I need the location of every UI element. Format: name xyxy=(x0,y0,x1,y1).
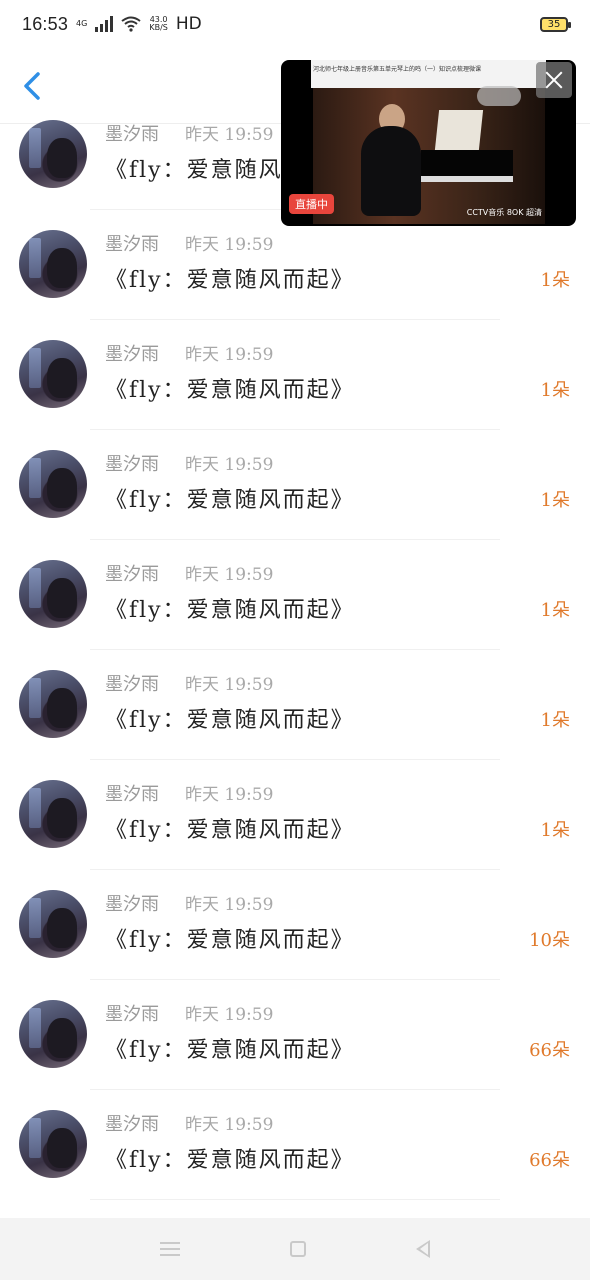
list-item[interactable]: 墨汐雨 昨天 19:59 《fly：爱意随风而起》 1朵 xyxy=(0,210,590,320)
avatar[interactable] xyxy=(19,120,87,188)
avatar[interactable] xyxy=(19,670,87,738)
list-item[interactable]: 墨汐雨 昨天 19:59 《fly：爱意随风而起》 1朵 xyxy=(0,650,590,760)
user-name[interactable]: 墨汐雨 xyxy=(105,670,159,696)
user-name[interactable]: 墨汐雨 xyxy=(105,1110,159,1136)
list-item[interactable]: 墨汐雨 昨天 19:59 《fly：爱意随风而起》 1朵 xyxy=(0,320,590,430)
status-left: 16:53 4G 43.0 KB/S HD xyxy=(22,14,202,35)
message-text: 《fly：爱意随风而起》 xyxy=(105,488,355,513)
timestamp: 昨天 19:59 xyxy=(185,565,274,585)
back-triangle-icon[interactable] xyxy=(416,1240,430,1258)
gift-count: 1朵 xyxy=(540,490,570,511)
user-name[interactable]: 墨汐雨 xyxy=(105,890,159,916)
timestamp: 昨天 19:59 xyxy=(185,1005,274,1025)
live-badge: 直播中 xyxy=(289,194,334,214)
timestamp: 昨天 19:59 xyxy=(185,895,274,915)
message-text: 《fly：爱意随风而起》 xyxy=(105,1148,355,1173)
avatar[interactable] xyxy=(19,230,87,298)
avatar[interactable] xyxy=(19,1110,87,1178)
avatar[interactable] xyxy=(19,780,87,848)
message-text: 《fly：爱意随风而起》 xyxy=(105,708,355,733)
network-indicator: 4G xyxy=(76,20,87,28)
avatar[interactable] xyxy=(19,890,87,958)
home-icon[interactable] xyxy=(290,1241,306,1257)
system-nav-bar xyxy=(0,1218,590,1280)
list-item[interactable]: 墨汐雨 昨天 19:59 《fly：爱意随风而起》 10朵 xyxy=(0,870,590,980)
back-icon[interactable] xyxy=(18,68,48,104)
message-text: 《fly：爱意随风而起》 xyxy=(105,1038,355,1063)
message-text: 《fly：爱意随风而起》 xyxy=(105,928,355,953)
gift-count: 1朵 xyxy=(540,820,570,841)
timestamp: 昨天 19:59 xyxy=(185,455,274,475)
user-name[interactable]: 墨汐雨 xyxy=(105,1000,159,1026)
user-name[interactable]: 墨汐雨 xyxy=(105,230,159,256)
user-name[interactable]: 墨汐雨 xyxy=(105,120,159,146)
menu-icon[interactable] xyxy=(160,1242,180,1256)
net-speed: 43.0 KB/S xyxy=(149,16,168,32)
status-time: 16:53 xyxy=(22,13,69,34)
timestamp: 昨天 19:59 xyxy=(185,1115,274,1135)
close-icon[interactable] xyxy=(536,62,572,98)
message-text: 《fly：爱意随风而起》 xyxy=(105,598,355,623)
divider xyxy=(90,1199,500,1200)
gift-count: 1朵 xyxy=(540,270,570,291)
wifi-icon xyxy=(121,16,141,32)
pip-video-player[interactable]: 河北师七年级上册音乐第五单元琴上的鸣（一）知识点梳理微课 直播中 CCTV音乐 … xyxy=(281,60,576,226)
timestamp: 昨天 19:59 xyxy=(185,125,274,145)
piano-keys xyxy=(421,176,513,182)
list-item[interactable]: 墨汐雨 昨天 19:59 《fly：爱意随风而起》 1朵 xyxy=(0,540,590,650)
user-name[interactable]: 墨汐雨 xyxy=(105,560,159,586)
pip-caption: 河北师七年级上册音乐第五单元琴上的鸣（一）知识点梳理微课 xyxy=(313,66,482,73)
avatar[interactable] xyxy=(19,340,87,408)
timestamp: 昨天 19:59 xyxy=(185,675,274,695)
gift-count: 10朵 xyxy=(529,930,570,951)
user-name[interactable]: 墨汐雨 xyxy=(105,780,159,806)
timestamp: 昨天 19:59 xyxy=(185,785,274,805)
user-name[interactable]: 墨汐雨 xyxy=(105,450,159,476)
signal-icon xyxy=(95,16,114,32)
gift-count: 66朵 xyxy=(529,1040,570,1061)
channel-logo: CCTV音乐 8OK 超清 xyxy=(466,208,542,217)
message-text: 《fly：爱意随风而起》 xyxy=(105,818,355,843)
list-item[interactable]: 墨汐雨 昨天 19:59 《fly：爱意随风而起》 1朵 xyxy=(0,760,590,870)
gift-count: 1朵 xyxy=(540,380,570,401)
battery-icon: 35 xyxy=(540,16,571,32)
list-item[interactable]: 墨汐雨 昨天 19:59 《fly：爱意随风而起》 66朵 xyxy=(0,980,590,1090)
message-text: 《fly：爱意随风而起》 xyxy=(105,268,355,293)
message-text: 《fly：爱意随风而起》 xyxy=(105,378,355,403)
status-bar: 16:53 4G 43.0 KB/S HD 35 xyxy=(0,0,590,48)
battery-level: 35 xyxy=(547,18,561,30)
gift-count: 1朵 xyxy=(540,710,570,731)
gift-count: 66朵 xyxy=(529,1150,570,1171)
hd-label: HD xyxy=(175,14,202,34)
timestamp: 昨天 19:59 xyxy=(185,235,274,255)
gift-count: 1朵 xyxy=(540,600,570,621)
pianist xyxy=(361,126,421,216)
network-label: 4G xyxy=(76,19,88,28)
user-name[interactable]: 墨汐雨 xyxy=(105,340,159,366)
timestamp: 昨天 19:59 xyxy=(185,345,274,365)
list-item[interactable]: 墨汐雨 昨天 19:59 《fly：爱意随风而起》 66朵 xyxy=(0,1090,590,1200)
list-item[interactable]: 墨汐雨 昨天 19:59 《fly：爱意随风而起》 1朵 xyxy=(0,430,590,540)
sheet-music xyxy=(434,110,484,150)
avatar[interactable] xyxy=(19,450,87,518)
avatar[interactable] xyxy=(19,1000,87,1068)
blur-patch xyxy=(477,86,521,106)
net-speed-unit: KB/S xyxy=(149,23,168,32)
avatar[interactable] xyxy=(19,560,87,628)
